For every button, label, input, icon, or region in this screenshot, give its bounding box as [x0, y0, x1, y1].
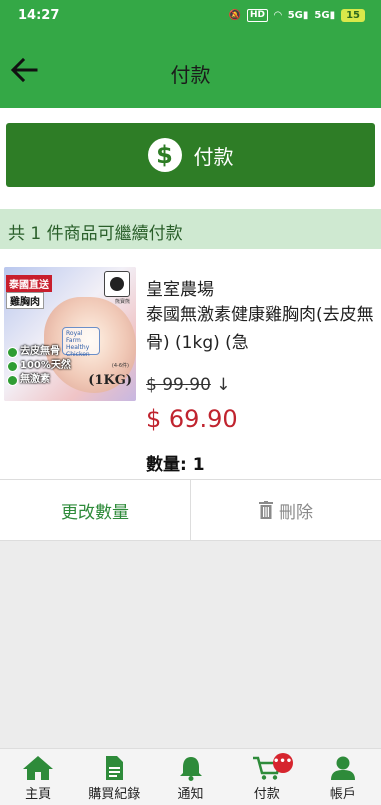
bear-logo-label: 熊寶熊 [114, 299, 130, 305]
bottom-tab-bar: 主頁 購買紀錄 通知 ••• 付款 帳戶 [0, 748, 381, 805]
change-quantity-button[interactable]: 更改數量 [0, 480, 191, 540]
tab-label-notifications: 通知 [177, 787, 204, 802]
tab-account[interactable]: 帳戶 [305, 749, 381, 805]
bell-icon [179, 757, 202, 781]
pay-button[interactable]: $ 付款 [6, 123, 375, 187]
page-title: 付款 [170, 63, 211, 87]
check-icon [7, 346, 18, 358]
tab-notifications[interactable]: 通知 [152, 749, 228, 805]
system-icons: 🔕 HD ◠ 5G▮ 5G▮ 15 [229, 9, 365, 22]
tab-home[interactable]: 主頁 [0, 749, 76, 805]
document-icon [106, 756, 124, 780]
product-image[interactable]: Royal Farm Healthy Chicken 泰國直送 雞胸肉 熊寶熊 … [4, 267, 136, 401]
cart-item: Royal Farm Healthy Chicken 泰國直送 雞胸肉 熊寶熊 … [0, 249, 381, 479]
battery-indicator: 15 [341, 9, 365, 22]
delete-button[interactable]: 刪除 [191, 480, 381, 540]
product-name[interactable]: 泰國無激素健康雞胸肉(去皮無骨) (1kg) (急 [146, 301, 374, 357]
check-icon [7, 360, 18, 372]
pay-button-label: 付款 [193, 144, 234, 169]
item-actions: 更改數量 刪除 [0, 479, 381, 541]
hd-indicator: HD [246, 9, 268, 22]
empty-area [0, 541, 381, 748]
tab-label-account: 帳戶 [329, 787, 356, 802]
app-header: 付款 [0, 32, 381, 108]
tab-label-payment: 付款 [253, 787, 280, 802]
image-tag-breast: 雞胸肉 [6, 292, 44, 309]
wifi-icon: ◠ [274, 10, 282, 21]
image-pieces-label: (4-6件) [111, 363, 129, 369]
trash-icon [259, 501, 273, 519]
check-icon [7, 374, 18, 386]
payable-count-banner: 共 1 件商品可繼續付款 [0, 209, 381, 249]
image-check-1: 去皮無骨 [7, 345, 71, 359]
status-bar: 14:27 🔕 HD ◠ 5G▮ 5G▮ 15 [0, 0, 381, 32]
status-time: 14:27 [18, 8, 60, 23]
tab-label-home: 主頁 [25, 787, 52, 802]
tab-purchase-history[interactable]: 購買紀錄 [76, 749, 152, 805]
tab-label-purchase-history: 購買紀錄 [88, 787, 141, 802]
image-check-3: 無激素 [7, 373, 71, 387]
image-check-2: 100%天然 [7, 359, 71, 373]
image-feature-list: 去皮無骨 100%天然 無激素 [7, 345, 71, 387]
signal-icon-1: 5G▮ [287, 10, 309, 21]
tab-payment[interactable]: ••• 付款 [229, 749, 305, 805]
quantity-label: 數量: 1 [146, 455, 205, 475]
image-weight-label: (1KG) [88, 373, 132, 388]
payment-badge: ••• [272, 753, 293, 773]
original-price: $ 99.90 ↓ [146, 375, 231, 395]
change-quantity-label: 更改數量 [61, 502, 129, 523]
delete-label: 刪除 [279, 502, 313, 523]
checkout-page: $ 付款 共 1 件商品可繼續付款 Royal Farm Healthy Chi… [0, 108, 381, 748]
signal-icon-2: 5G▮ [314, 10, 336, 21]
image-tag-direct: 泰國直送 [6, 275, 52, 292]
mute-icon: 🔕 [228, 10, 241, 21]
bear-logo-icon [104, 271, 130, 297]
product-brand: 皇室農場 [146, 280, 214, 300]
sale-price: $ 69.90 [146, 405, 238, 433]
user-icon [330, 756, 355, 780]
dollar-icon: $ [147, 138, 182, 172]
price-drop-arrow-icon: ↓ [216, 375, 231, 395]
home-icon [23, 756, 54, 780]
